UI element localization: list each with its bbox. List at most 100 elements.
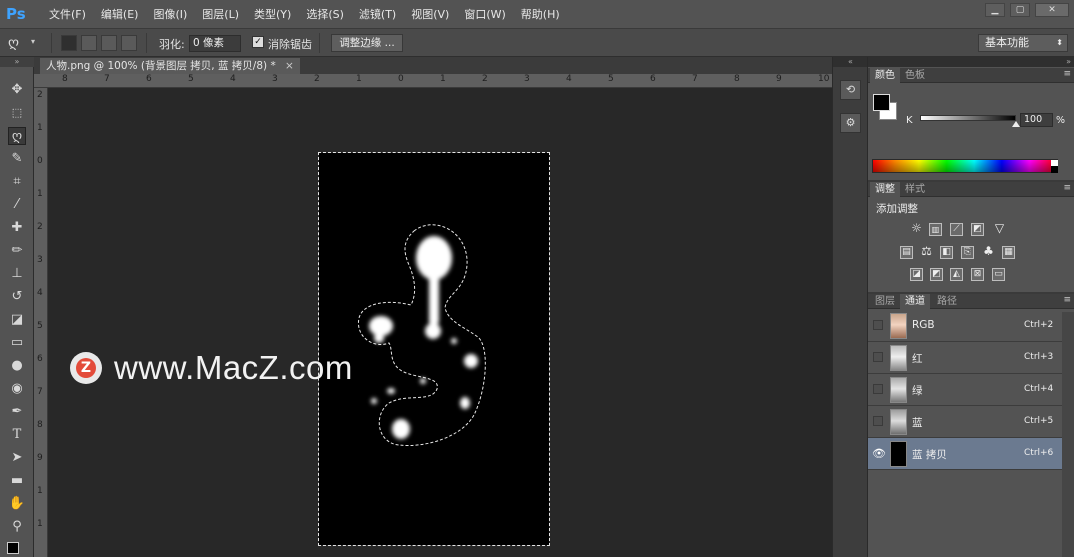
shape-tool-icon[interactable]: ▬ [8,472,26,490]
channel-row-green[interactable]: 绿 Ctrl+4 [868,374,1062,406]
menu-file[interactable]: 文件(F) [49,6,86,22]
menu-edit[interactable]: 编辑(E) [101,6,139,22]
document-tab[interactable]: 人物.png @ 100% (背景图层 拷贝, 蓝 拷贝/8) * × [40,58,300,74]
lasso-preset-icon[interactable]: ღ [8,33,30,53]
type-tool-icon[interactable]: T [8,426,26,444]
k-value-input[interactable]: 100 [1020,113,1053,127]
healing-brush-tool-icon[interactable]: ✚ [8,219,26,237]
selective-color-icon[interactable]: ⊠ [971,268,984,281]
watermark-badge-letter: Z [80,360,92,376]
visibility-toggle[interactable] [873,384,883,394]
refine-edge-button[interactable]: 调整边缘 ... [331,34,403,52]
foreground-color-swatch[interactable] [873,94,890,111]
menu-type[interactable]: 类型(Y) [254,6,291,22]
tab-paths[interactable]: 路径 [932,294,962,309]
tab-color[interactable]: 颜色 [870,68,900,83]
color-spectrum-ramp[interactable] [872,159,1058,173]
zoom-tool-icon[interactable]: ⚲ [8,518,26,536]
channel-row-blue[interactable]: 蓝 Ctrl+5 [868,406,1062,438]
new-selection-icon[interactable] [61,35,77,51]
curves-icon[interactable]: ⟋ [950,223,963,236]
clone-stamp-tool-icon[interactable]: ⊥ [8,265,26,283]
tab-adjustments[interactable]: 调整 [870,182,900,197]
crop-tool-icon[interactable]: ⌗ [8,173,26,191]
eyedropper-tool-icon[interactable]: ⁄ [8,196,26,214]
tab-styles[interactable]: 样式 [900,182,930,197]
channel-row-red[interactable]: 红 Ctrl+3 [868,342,1062,374]
pen-tool-icon[interactable]: ✒ [8,403,26,421]
menu-layer[interactable]: 图层(L) [202,6,239,22]
brush-tool-icon[interactable]: ✏ [8,242,26,260]
panel-menu-icon[interactable]: ≡ [1063,69,1071,79]
ruler-tick-label: 4 [37,288,43,298]
levels-icon[interactable]: ▥ [929,223,942,236]
close-window-button[interactable]: ✕ [1035,3,1069,17]
menu-window[interactable]: 窗口(W) [464,6,505,22]
menu-image[interactable]: 图像(I) [153,6,187,22]
visibility-toggle[interactable] [873,352,883,362]
photo-filter-icon[interactable]: ⎘ [961,246,974,259]
color-balance-icon[interactable]: ⚖ [920,245,933,259]
color-lookup-icon[interactable]: ▦ [1002,246,1015,259]
tab-swatches[interactable]: 色板 [900,68,930,83]
properties-panel-icon[interactable]: ⚙ [840,113,861,133]
intersect-selection-icon[interactable] [121,35,137,51]
close-tab-icon[interactable]: × [285,60,294,72]
expand-panel-icon[interactable]: « [833,57,868,67]
quick-select-tool-icon[interactable]: ✎ [8,150,26,168]
channel-mixer-icon[interactable]: ♣ [982,245,995,259]
tab-channels[interactable]: 通道 [900,294,930,309]
menu-select[interactable]: 选择(S) [306,6,344,22]
marquee-tool-icon[interactable]: ⬚ [8,104,26,122]
blur-tool-icon[interactable]: ● [8,357,26,375]
channel-image[interactable] [318,152,550,546]
feather-input[interactable]: 0 像素 [189,35,241,52]
canvas-area[interactable]: Z www.MacZ.com [48,88,832,557]
add-to-selection-icon[interactable] [81,35,97,51]
chevron-down-icon[interactable]: ▾ [31,37,35,46]
foreground-swatch[interactable] [7,542,19,554]
threshold-icon[interactable]: ◭ [950,268,963,281]
restore-button[interactable]: ▢ [1010,3,1030,17]
collapse-panel-icon[interactable]: » [0,57,34,67]
brightness-icon[interactable]: ☼ [910,222,923,236]
visibility-toggle[interactable] [873,320,883,330]
eye-icon[interactable]: 👁 [872,447,886,460]
menu-help[interactable]: 帮助(H) [521,6,560,22]
divider [146,33,147,53]
k-slider-track[interactable] [920,115,1016,121]
move-tool-icon[interactable]: ✥ [8,81,26,99]
channels-scrollbar[interactable] [1062,312,1074,557]
subtract-selection-icon[interactable] [101,35,117,51]
channel-row-blue-copy[interactable]: 👁 蓝 拷贝 Ctrl+6 [868,438,1062,470]
menu-view[interactable]: 视图(V) [411,6,449,22]
history-brush-tool-icon[interactable]: ↺ [8,288,26,306]
history-panel-icon[interactable]: ⟲ [840,80,861,100]
hand-tool-icon[interactable]: ✋ [8,495,26,513]
posterize-icon[interactable]: ◩ [930,268,943,281]
black-white-icon[interactable]: ◧ [940,246,953,259]
eraser-tool-icon[interactable]: ◪ [8,311,26,329]
path-select-tool-icon[interactable]: ➤ [8,449,26,467]
workspace-select[interactable]: 基本功能 ⬍ [978,34,1068,52]
visibility-toggle[interactable] [873,416,883,426]
gradient-tool-icon[interactable]: ▭ [8,334,26,352]
channel-row-rgb[interactable]: RGB Ctrl+2 [868,310,1062,342]
collapse-dock-icon[interactable]: » [868,57,1074,67]
tab-layers[interactable]: 图层 [870,294,900,309]
panel-menu-icon[interactable]: ≡ [1063,183,1071,193]
menu-filter[interactable]: 滤镜(T) [359,6,396,22]
slider-handle-icon[interactable] [1012,121,1020,127]
color-panel-tabs: 颜色 色板 ≡ [868,68,1074,83]
hue-saturation-icon[interactable]: ▤ [900,246,913,259]
gradient-map-icon[interactable]: ▭ [992,268,1005,281]
lasso-tool-icon[interactable]: ღ [8,127,26,145]
dodge-tool-icon[interactable]: ◉ [8,380,26,398]
panel-menu-icon[interactable]: ≡ [1063,295,1071,305]
exposure-icon[interactable]: ◩ [971,223,984,236]
invert-icon[interactable]: ◪ [910,268,923,281]
ruler-tick-label: 5 [188,74,194,84]
minimize-button[interactable]: ▁ [985,3,1005,17]
vibrance-icon[interactable]: ▽ [993,222,1006,236]
antialias-checkbox[interactable]: ✓ [252,36,264,48]
